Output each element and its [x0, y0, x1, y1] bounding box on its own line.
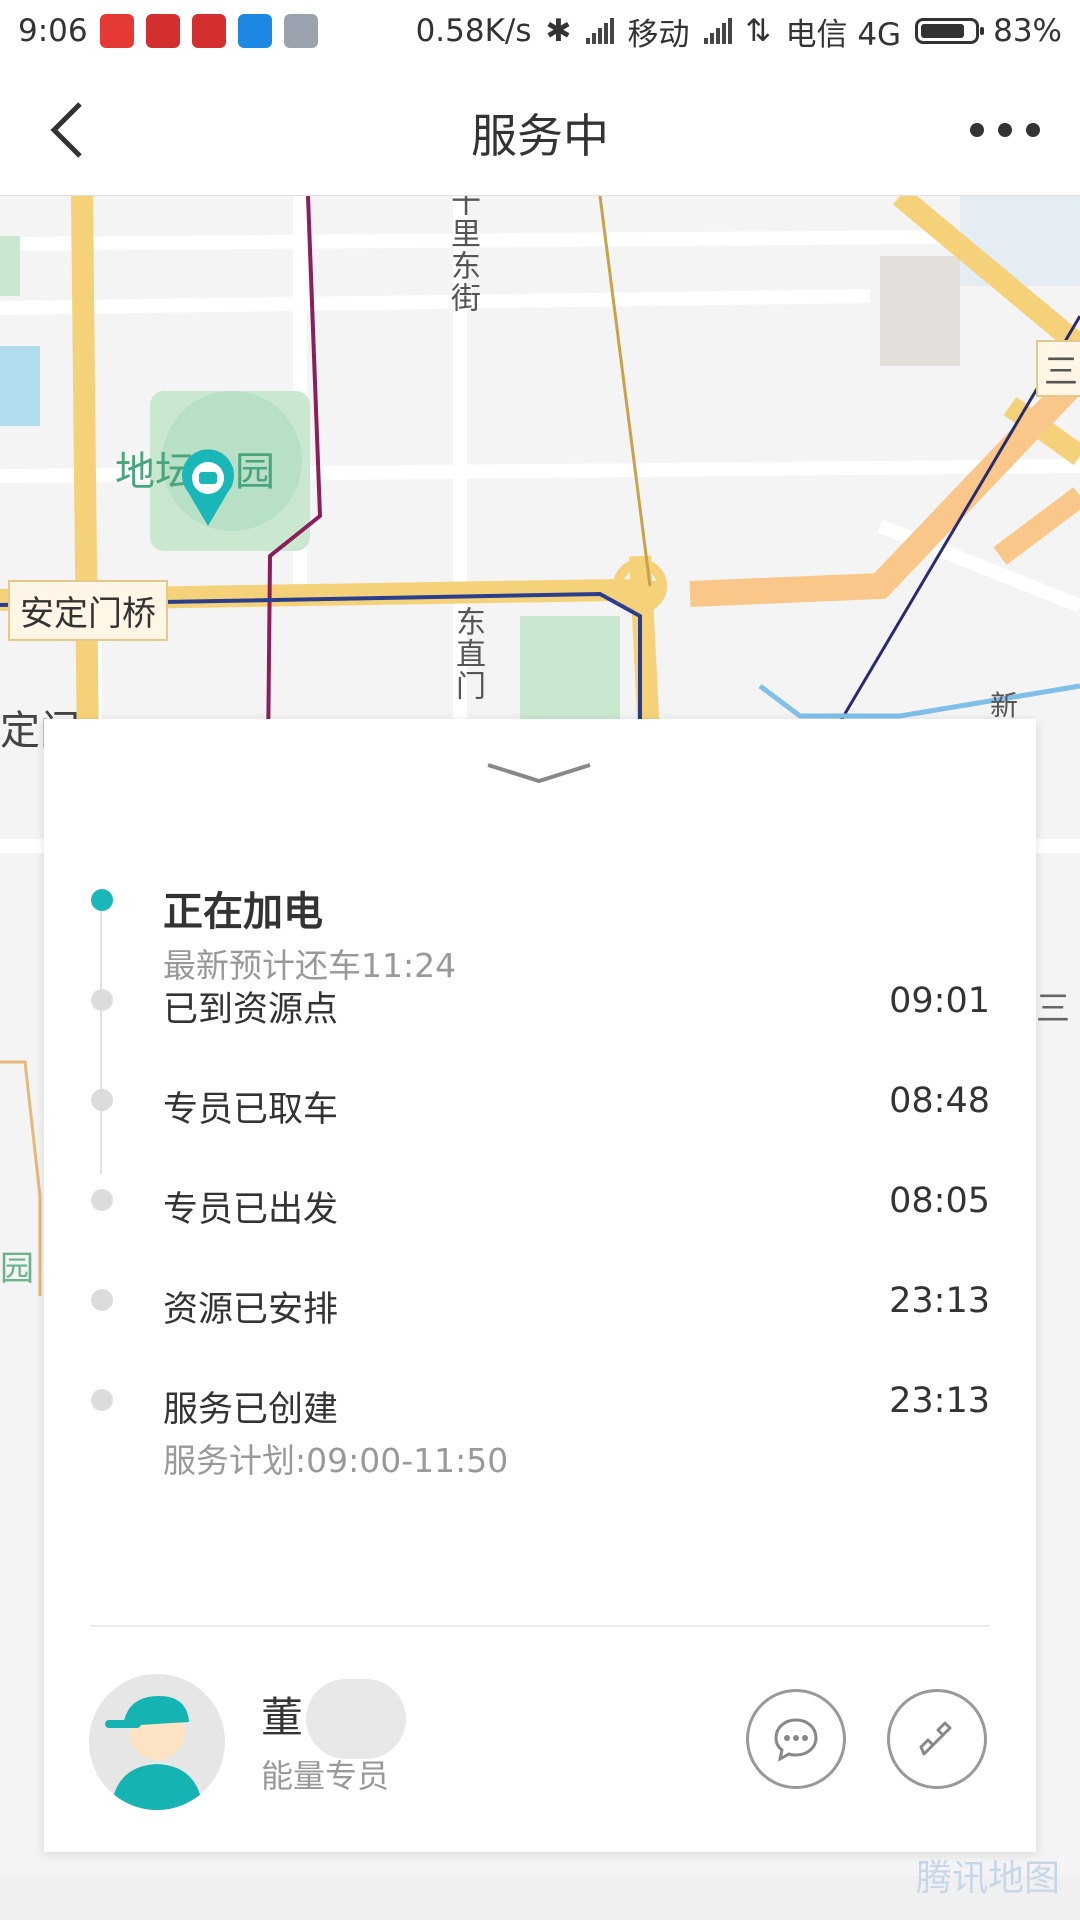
- carrier-2: 电信 4G: [785, 16, 902, 53]
- dot-icon: [1026, 123, 1040, 137]
- bluetooth-icon: ✱: [545, 13, 572, 49]
- agent-avatar-icon: [89, 1674, 225, 1810]
- divider: [90, 1625, 990, 1627]
- map-label-partial: 三: [1036, 340, 1080, 397]
- phone-icon: [919, 1721, 952, 1756]
- app-icon: [237, 14, 272, 48]
- map-label-partial: 三: [1036, 989, 1070, 1029]
- name-redaction: [306, 1679, 406, 1759]
- carrier-1: 移动: [627, 16, 690, 53]
- status-dot: [91, 989, 113, 1011]
- nav-bar: 服务中: [0, 62, 1080, 196]
- chat-bubble-icon: [774, 1718, 818, 1762]
- data-transfer-icon: ⇅: [745, 13, 772, 49]
- toutiao-icon: [145, 14, 180, 48]
- chevron-down-icon: [487, 763, 591, 784]
- chat-button[interactable]: [746, 1689, 846, 1789]
- timeline-time: 08:05: [889, 1181, 990, 1221]
- status-dot: [91, 1189, 113, 1211]
- call-button[interactable]: [887, 1689, 987, 1789]
- timeline-time: 08:48: [889, 1081, 990, 1121]
- timeline-title: 正在加电: [163, 889, 323, 935]
- dot-icon: [970, 123, 984, 137]
- location-pin-icon[interactable]: [178, 448, 238, 528]
- net-speed: 0.58K/s: [415, 13, 532, 49]
- timeline-title: 专员已出发: [163, 1190, 339, 1230]
- battery-percent: 83%: [993, 13, 1062, 49]
- timeline-subtitle: 服务计划:09:00-11:50: [163, 1441, 509, 1480]
- toutiao-icon: [191, 14, 226, 48]
- timeline-time: 23:13: [889, 1381, 990, 1421]
- timeline-subtitle: 最新预计还车11:24: [163, 946, 457, 985]
- timeline-title: 已到资源点: [163, 990, 339, 1030]
- agent-role: 能量专员: [261, 1757, 390, 1795]
- signal-icon: [585, 18, 614, 44]
- dot-icon: [998, 123, 1012, 137]
- map-label-partial: 园: [0, 1249, 34, 1289]
- status-bar: 9:06 0.58K/s ✱ 移动 ⇅ 电信 4G 83%: [0, 0, 1080, 62]
- map-label-street: 东直门: [450, 606, 485, 702]
- service-status-card: 正在加电 最新预计还车11:24 已到资源点 09:01 专员已取车 08:48…: [44, 719, 1036, 1852]
- notification-app-icon: [99, 14, 134, 48]
- app-icon: [283, 14, 318, 48]
- status-dot-active: [91, 889, 113, 911]
- signal-icon: [703, 18, 732, 44]
- collapse-handle[interactable]: [484, 759, 594, 789]
- car-pin-icon: [182, 449, 234, 526]
- timeline-line: [100, 889, 102, 1174]
- timeline-time: 23:13: [889, 1281, 990, 1321]
- map-label-street: 十里东街: [445, 196, 480, 314]
- timeline-title: 资源已安排: [163, 1290, 339, 1330]
- battery-icon: [915, 18, 985, 44]
- avatar: [89, 1674, 225, 1810]
- status-dot: [91, 1289, 113, 1311]
- map-watermark: 腾讯地图: [915, 1858, 1060, 1899]
- timeline-time: 09:01: [889, 981, 990, 1021]
- map-label-partial: 新: [990, 689, 1019, 722]
- timeline-title: 专员已取车: [163, 1090, 339, 1130]
- map-label-bridge: 安定门桥: [8, 580, 168, 641]
- status-dot: [91, 1089, 113, 1111]
- timeline-title: 服务已创建: [163, 1390, 339, 1430]
- status-time: 9:06: [18, 13, 88, 49]
- agent-name: 董: [261, 1693, 304, 1742]
- status-dot: [91, 1389, 113, 1411]
- page-title: 服务中: [471, 109, 609, 163]
- more-button[interactable]: [970, 110, 1040, 150]
